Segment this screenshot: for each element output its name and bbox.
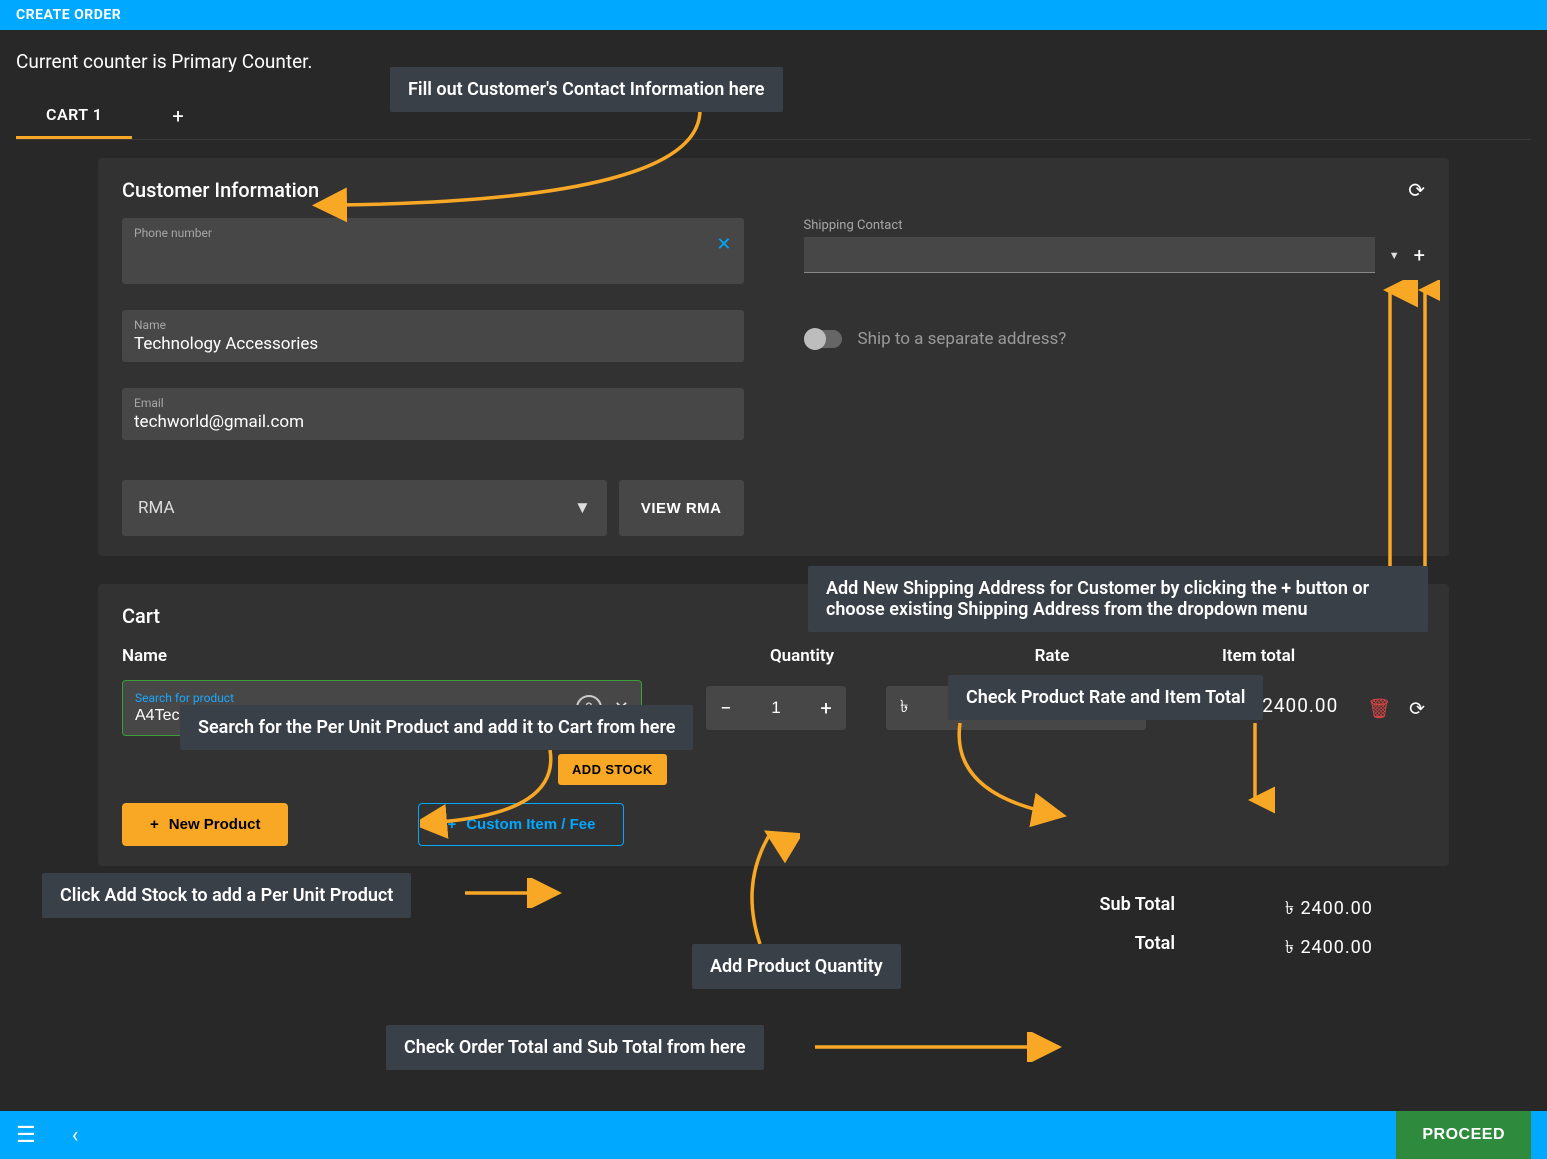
add-shipping-button[interactable]: + bbox=[1414, 243, 1425, 267]
refresh-line-icon[interactable]: ⟳ bbox=[1409, 697, 1425, 720]
name-value: Technology Accessories bbox=[134, 334, 732, 354]
cart-title: Cart bbox=[122, 604, 160, 628]
chevron-down-icon: ▼ bbox=[574, 498, 591, 518]
email-field[interactable]: Email techworld@gmail.com bbox=[122, 388, 744, 440]
delete-line-icon[interactable]: 🗑 bbox=[1367, 697, 1391, 720]
bottom-bar: ☰ ‹ PROCEED bbox=[0, 1111, 1547, 1159]
total-value: ৳ 2400.00 bbox=[1285, 933, 1425, 964]
plus-icon: + bbox=[447, 816, 456, 833]
callout-qty: Add Product Quantity bbox=[692, 944, 901, 989]
qty-increase-button[interactable]: + bbox=[806, 696, 846, 720]
shipping-contact-label: Shipping Contact bbox=[804, 218, 1426, 233]
proceed-button[interactable]: PROCEED bbox=[1396, 1111, 1531, 1159]
name-label: Name bbox=[134, 318, 732, 332]
clear-phone-icon[interactable]: ✕ bbox=[716, 234, 731, 255]
view-rma-button[interactable]: VIEW RMA bbox=[619, 480, 744, 536]
rma-select[interactable]: RMA ▼ bbox=[122, 480, 607, 536]
currency-icon: ৳ bbox=[900, 694, 908, 722]
main-content: Current counter is Primary Counter. CART… bbox=[0, 30, 1547, 964]
ship-separate-label: Ship to a separate address? bbox=[858, 329, 1067, 349]
phone-field[interactable]: Phone number ✕ bbox=[122, 218, 744, 284]
qty-decrease-button[interactable]: − bbox=[706, 696, 746, 720]
tab-cart-1[interactable]: CART 1 bbox=[16, 93, 132, 139]
customer-info-panel: ⟳ Customer Information Phone number ✕ Na… bbox=[98, 158, 1449, 556]
subtotal-value: ৳ 2400.00 bbox=[1285, 894, 1425, 925]
plus-icon: + bbox=[150, 816, 159, 833]
email-label: Email bbox=[134, 396, 732, 410]
new-product-button[interactable]: + New Product bbox=[122, 803, 288, 846]
ship-separate-toggle[interactable] bbox=[804, 330, 842, 348]
callout-rate-total: Check Product Rate and Item Total bbox=[948, 675, 1263, 720]
cart-column-headers: Name Quantity Rate Item total bbox=[122, 646, 1425, 666]
col-total: Item total bbox=[1182, 646, 1425, 666]
tab-add-button[interactable]: + bbox=[172, 104, 183, 128]
refresh-icon[interactable]: ⟳ bbox=[1408, 178, 1425, 202]
callout-contact-info: Fill out Customer's Contact Information … bbox=[390, 67, 783, 112]
menu-icon[interactable]: ☰ bbox=[16, 1123, 36, 1148]
customer-info-title: Customer Information bbox=[122, 178, 1425, 202]
callout-search: Search for the Per Unit Product and add … bbox=[180, 705, 693, 750]
quantity-stepper: − + bbox=[706, 686, 846, 730]
total-label: Total bbox=[1055, 933, 1175, 964]
callout-totals: Check Order Total and Sub Total from her… bbox=[386, 1025, 764, 1070]
rma-label: RMA bbox=[138, 498, 175, 518]
shipping-dropdown-icon[interactable]: ▼ bbox=[1389, 249, 1400, 262]
callout-add-stock: Click Add Stock to add a Per Unit Produc… bbox=[42, 873, 411, 918]
col-rate: Rate bbox=[922, 646, 1182, 666]
subtotal-label: Sub Total bbox=[1055, 894, 1175, 925]
phone-label: Phone number bbox=[134, 226, 732, 240]
col-qty: Quantity bbox=[682, 646, 922, 666]
col-name: Name bbox=[122, 646, 682, 666]
shipping-contact-select[interactable] bbox=[804, 237, 1375, 273]
header-bar: CREATE ORDER bbox=[0, 0, 1547, 30]
back-icon[interactable]: ‹ bbox=[72, 1123, 79, 1148]
callout-shipping: Add New Shipping Address for Customer by… bbox=[808, 566, 1428, 632]
qty-input[interactable] bbox=[746, 698, 806, 718]
phone-input[interactable] bbox=[134, 242, 732, 262]
custom-item-button[interactable]: + Custom Item / Fee bbox=[418, 803, 624, 846]
header-title: CREATE ORDER bbox=[16, 7, 121, 23]
add-stock-button[interactable]: ADD STOCK bbox=[558, 754, 667, 785]
search-label: Search for product bbox=[135, 691, 568, 705]
email-value: techworld@gmail.com bbox=[134, 412, 732, 432]
name-field[interactable]: Name Technology Accessories bbox=[122, 310, 744, 362]
